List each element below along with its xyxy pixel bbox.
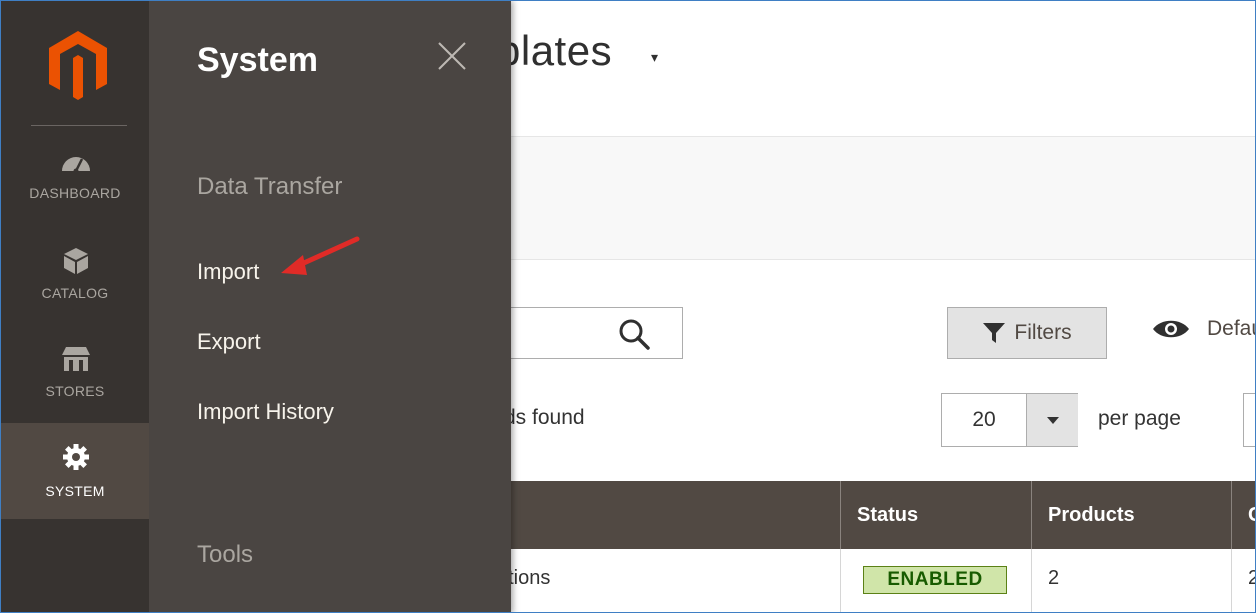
pager-control[interactable] (1243, 393, 1255, 447)
per-page-label: per page (1098, 407, 1181, 430)
gear-icon (63, 444, 89, 470)
section-title-tools: Tools (197, 541, 254, 568)
row-products-cell: 2 (1048, 567, 1060, 589)
annotation-arrow-icon (281, 236, 360, 275)
filters-button[interactable]: Filters (947, 307, 1107, 359)
filter-icon (983, 323, 1006, 343)
page-title-caret[interactable]: ▾ (651, 49, 658, 66)
sidebar-item-dashboard[interactable]: DASHBOARD (1, 139, 149, 235)
search-input[interactable] (497, 307, 683, 359)
flyout-title: System (197, 41, 318, 79)
sidebar-divider (31, 125, 127, 126)
chevron-down-icon (1046, 416, 1059, 424)
column-divider (840, 481, 841, 549)
magento-logo[interactable] (49, 31, 107, 101)
filters-label: Filters (1014, 321, 1072, 344)
sidebar-item-label: SYSTEM (45, 483, 105, 499)
cell-divider (840, 549, 841, 612)
sidebar-item-label: STORES (45, 383, 105, 399)
system-flyout-menu: System Data Transfer Import Export Impor… (149, 1, 511, 612)
default-view-label: Defau (1207, 317, 1255, 340)
stores-icon (62, 347, 90, 371)
dashboard-icon (62, 157, 90, 174)
sidebar-item-catalog[interactable]: CATALOG (1, 239, 149, 335)
per-page-select[interactable]: 20 (941, 393, 1078, 447)
sidebar-item-stores[interactable]: STORES (1, 337, 149, 433)
catalog-icon (64, 248, 88, 274)
section-title-data-transfer: Data Transfer (197, 173, 343, 200)
search-icon[interactable] (617, 317, 651, 351)
menu-item-import[interactable]: Import (197, 259, 259, 285)
sidebar-item-label: DASHBOARD (29, 185, 121, 201)
app-window: plates ▾ Filters Defau rds found 20 per … (0, 0, 1256, 613)
menu-item-export[interactable]: Export (197, 329, 261, 355)
per-page-value: 20 (972, 408, 996, 431)
status-badge: ENABLED (863, 566, 1007, 594)
sidebar-item-system[interactable]: SYSTEM (1, 423, 149, 519)
default-view-control[interactable]: Defau (1151, 317, 1255, 341)
close-icon[interactable] (435, 39, 469, 73)
row-extra-cell: 2 (1248, 567, 1255, 590)
page-actions-band (511, 137, 1255, 260)
per-page-toggle[interactable] (1026, 394, 1078, 446)
column-header-status[interactable]: Status (857, 481, 918, 549)
sidebar-item-label: CATALOG (41, 285, 109, 301)
page-title: plates (497, 27, 613, 74)
admin-sidebar: DASHBOARD CATALOG STORES SYSTEM (1, 1, 149, 612)
eye-icon (1153, 320, 1189, 338)
column-divider (1031, 481, 1032, 549)
column-divider (1231, 481, 1232, 549)
column-header-extra[interactable]: C (1248, 481, 1255, 549)
menu-item-import-history[interactable]: Import History (197, 399, 334, 425)
cell-divider (1031, 549, 1032, 612)
cell-divider (1231, 549, 1232, 612)
column-header-products[interactable]: Products (1048, 481, 1135, 549)
